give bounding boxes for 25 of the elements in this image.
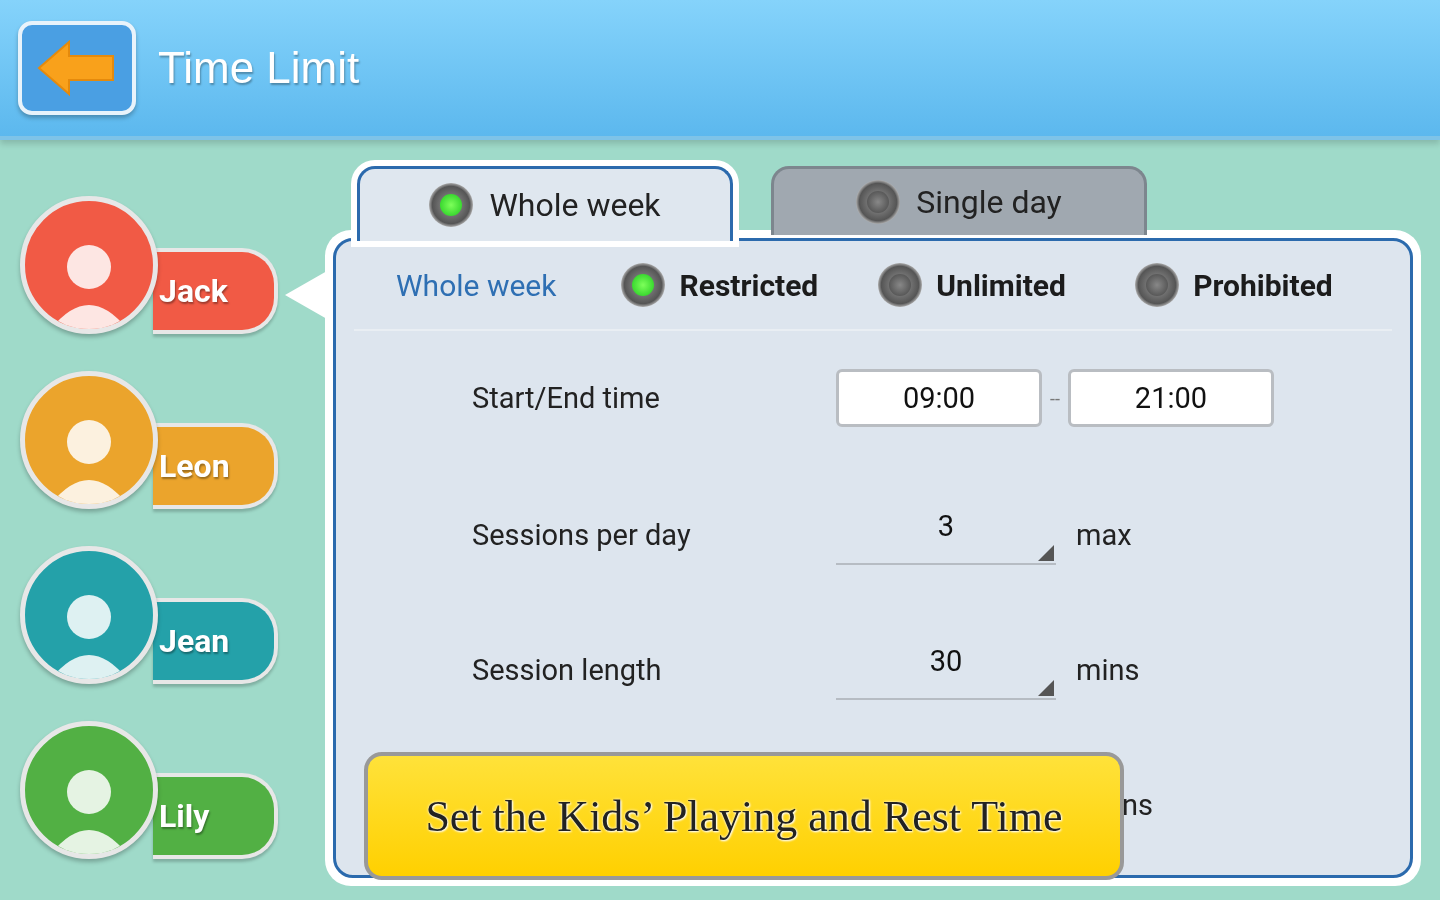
back-button[interactable] — [18, 21, 136, 115]
tab[interactable]: Single day — [771, 166, 1147, 235]
time-field[interactable]: 21:00 — [1067, 369, 1274, 427]
option-label: Prohibited — [1193, 267, 1333, 303]
option-label: Restricted — [679, 267, 819, 303]
mode-label: Whole week — [396, 267, 558, 303]
radio-button[interactable] — [878, 263, 923, 307]
number-dropdown[interactable]: 3 — [836, 504, 1056, 565]
setting-label: Start/End time — [472, 381, 661, 415]
setting-label: Session length — [472, 652, 663, 687]
screen-title: Time Limit — [158, 43, 360, 93]
radio-button[interactable] — [621, 263, 666, 307]
radio-button[interactable] — [429, 183, 474, 227]
time-field[interactable]: 09:00 — [836, 369, 1042, 427]
radio-button[interactable] — [856, 180, 901, 224]
range-separator: -- — [1050, 387, 1060, 409]
unit-label: ns — [1122, 787, 1153, 822]
radio-button[interactable] — [1135, 263, 1180, 307]
setting-label: Sessions per day — [472, 517, 692, 552]
number-dropdown[interactable]: 30 — [836, 639, 1056, 700]
unit-label: max — [1076, 517, 1132, 552]
arrow-left-icon — [37, 40, 117, 96]
unit-label: mins — [1076, 652, 1140, 687]
option-label: Unlimited — [936, 267, 1066, 303]
promo-banner: Set the Kids’ Playing and Rest Time — [364, 752, 1124, 880]
